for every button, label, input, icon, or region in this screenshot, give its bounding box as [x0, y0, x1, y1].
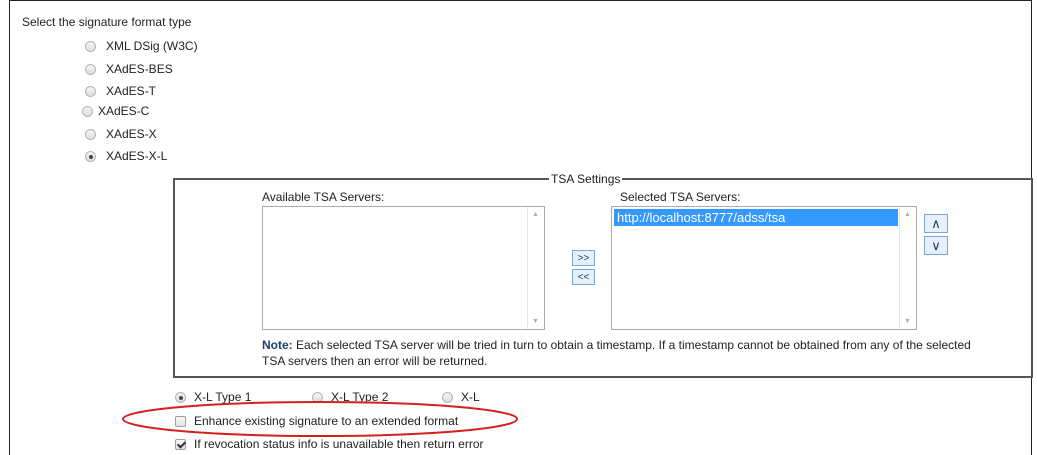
radio-button[interactable] — [85, 128, 96, 140]
move-down-button[interactable]: ∨ — [924, 236, 948, 255]
radio-xades-t[interactable]: XAdES-T — [85, 84, 156, 98]
radio-xades-x-l[interactable]: XAdES-X-L — [85, 149, 167, 163]
radio-label: XAdES-X-L — [106, 149, 168, 163]
radio-label: XAdES-BES — [106, 62, 173, 76]
remove-server-button[interactable]: << — [572, 269, 595, 285]
radio-label: XAdES-X — [106, 127, 157, 141]
scroll-up-icon[interactable]: ▲ — [904, 211, 911, 218]
format-heading: Select the signature format type — [22, 15, 192, 29]
scroll-up-icon[interactable]: ▲ — [532, 211, 539, 218]
tsa-note: Note: Each selected TSA server will be t… — [262, 337, 992, 369]
radio-xmldsig[interactable]: XML DSig (W3C) — [85, 39, 198, 53]
radio-button[interactable] — [85, 85, 96, 97]
radio-button[interactable] — [85, 40, 96, 52]
tsa-settings-legend: TSA Settings — [551, 172, 621, 186]
move-up-button[interactable]: ∧ — [924, 214, 948, 233]
radio-button[interactable] — [85, 63, 96, 75]
chevron-down-icon: ∨ — [931, 237, 941, 253]
scrollbar[interactable]: ▲ ▼ — [527, 207, 544, 329]
radio-button[interactable] — [82, 105, 93, 117]
note-text: Each selected TSA server will be tried i… — [262, 338, 971, 368]
chevron-up-icon: ∧ — [931, 215, 941, 231]
radio-label: XML DSig (W3C) — [106, 39, 198, 53]
note-prefix: Note: — [262, 338, 293, 352]
available-servers-label: Available TSA Servers: — [262, 190, 385, 204]
radio-label: XAdES-T — [106, 84, 157, 98]
highlight-ellipse-annotation — [122, 401, 518, 437]
revocation-error-checkbox[interactable] — [175, 438, 186, 450]
scrollbar[interactable]: ▲ ▼ — [899, 207, 916, 329]
selected-servers-label: Selected TSA Servers: — [620, 190, 741, 204]
selected-server-item[interactable]: http://localhost:8777/adss/tsa — [614, 209, 898, 226]
radio-xades-x[interactable]: XAdES-X — [85, 127, 157, 141]
scroll-down-icon[interactable]: ▼ — [904, 318, 911, 325]
revocation-error-option[interactable]: If revocation status info is unavailable… — [175, 437, 484, 451]
radio-xades-c[interactable]: XAdES-C — [82, 104, 149, 118]
add-server-button[interactable]: >> — [572, 250, 595, 266]
radio-label: XAdES-C — [98, 104, 150, 118]
selected-servers-list[interactable]: http://localhost:8777/adss/tsa ▲ ▼ — [611, 206, 917, 330]
radio-button-selected[interactable] — [85, 150, 96, 162]
radio-xades-bes[interactable]: XAdES-BES — [85, 62, 173, 76]
available-servers-list[interactable]: ▲ ▼ — [262, 206, 545, 330]
checkbox-label: If revocation status info is unavailable… — [194, 437, 484, 451]
scroll-down-icon[interactable]: ▼ — [532, 318, 539, 325]
